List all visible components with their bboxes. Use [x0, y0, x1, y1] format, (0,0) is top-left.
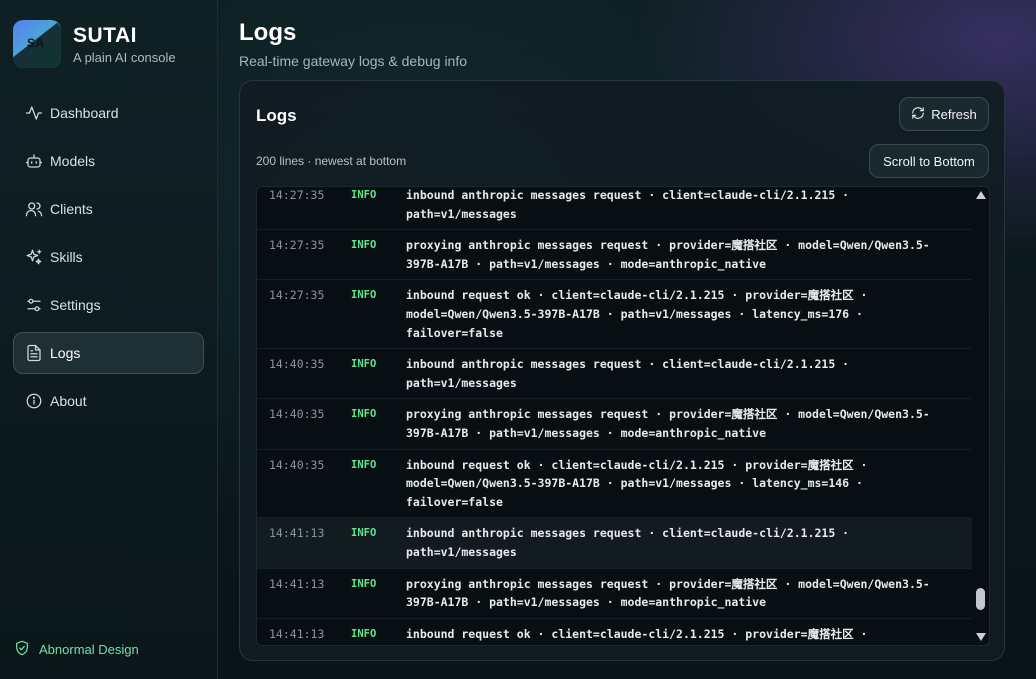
log-row: 14:27:35 INFO proxying anthropic messages … — [257, 230, 972, 281]
sidebar: SA SUTAI A plain AI console Dashboard Mo… — [0, 0, 218, 679]
scroll-to-bottom-button[interactable]: Scroll to Bottom — [869, 144, 989, 178]
file-text-icon — [25, 344, 43, 362]
log-level: INFO — [351, 189, 377, 201]
brand[interactable]: SA SUTAI A plain AI console — [13, 20, 176, 68]
sidebar-item-dashboard[interactable]: Dashboard — [13, 92, 204, 134]
log-level: INFO — [351, 527, 377, 540]
sidebar-nav: Dashboard Models Clients Skills Settings — [13, 92, 204, 428]
log-list: 14:27:35 INFO inbound anthropic messages r… — [257, 187, 972, 645]
log-row: 14:40:35 INFO proxying anthropic messages … — [257, 399, 972, 450]
log-level: INFO — [351, 358, 377, 371]
scroll-up-arrow-icon[interactable] — [976, 191, 986, 199]
log-time: 14:40:35 — [269, 407, 325, 422]
brand-subtitle: A plain AI console — [73, 49, 176, 65]
sidebar-item-label: About — [50, 393, 87, 409]
log-time: 14:41:13 — [269, 526, 325, 541]
log-level: INFO — [351, 289, 377, 302]
activity-icon — [25, 104, 43, 122]
log-level: INFO — [351, 577, 377, 590]
logo-text: SA — [27, 36, 45, 50]
page-subtitle: Real-time gateway logs & debug info — [239, 53, 468, 69]
log-scrollbar[interactable] — [973, 187, 989, 645]
log-time: 14:41:13 — [269, 626, 325, 641]
refresh-button[interactable]: Refresh — [899, 97, 989, 131]
log-message: inbound anthropic messages request · cli… — [406, 526, 850, 559]
refresh-icon — [911, 106, 931, 123]
log-message: inbound anthropic messages request · cli… — [406, 188, 850, 221]
log-row: 14:27:35 INFO inbound request ok · client=… — [257, 280, 972, 350]
log-message: inbound request ok · client=claude-cli/2… — [406, 288, 868, 340]
log-level: INFO — [351, 408, 377, 421]
refresh-label: Refresh — [931, 106, 977, 122]
sidebar-item-label: Clients — [50, 201, 93, 217]
log-level: INFO — [351, 239, 377, 252]
log-message: inbound request ok · client=claude-cli/2… — [406, 457, 868, 509]
line-count: 200 lines · newest at bottom — [256, 154, 407, 168]
log-level: INFO — [351, 627, 377, 640]
log-time: 14:27:35 — [269, 288, 325, 303]
app-logo: SA — [13, 20, 61, 68]
log-time: 14:40:35 — [269, 357, 325, 372]
log-time: 14:27:35 — [269, 188, 325, 202]
scroll-thumb[interactable] — [976, 588, 985, 610]
log-message: proxying anthropic messages request · pr… — [406, 407, 930, 440]
sidebar-item-label: Dashboard — [50, 105, 119, 121]
users-icon — [25, 200, 43, 218]
log-message: proxying anthropic messages request · pr… — [406, 576, 930, 610]
sidebar-item-label: Settings — [50, 297, 101, 313]
scroll-down-arrow-icon[interactable] — [976, 633, 986, 641]
log-viewer[interactable]: 14:27:35 INFO inbound anthropic messages r… — [256, 186, 990, 646]
sidebar-item-models[interactable]: Models — [13, 140, 204, 182]
sidebar-item-label: Logs — [50, 345, 81, 361]
sidebar-item-about[interactable]: About — [13, 380, 204, 422]
log-row: 14:40:35 INFO inbound anthropic messages r… — [257, 349, 972, 400]
footer-brand[interactable]: Abnormal Design — [14, 640, 139, 659]
page-title: Logs — [239, 19, 297, 46]
sparkles-icon — [25, 248, 43, 266]
sidebar-item-label: Models — [50, 153, 96, 169]
log-row: 14:40:35 INFO inbound request ok · client=… — [257, 450, 972, 519]
footer-label: Abnormal Design — [39, 642, 139, 657]
log-row: 14:27:35 INFO inbound anthropic messages r… — [257, 187, 972, 231]
log-time: 14:40:35 — [269, 457, 325, 472]
sidebar-item-clients[interactable]: Clients — [13, 188, 204, 230]
sidebar-item-settings[interactable]: Settings — [13, 284, 204, 326]
log-message: inbound anthropic messages request · cli… — [406, 357, 850, 390]
shield-check-icon — [14, 640, 39, 659]
card-title: Logs — [256, 106, 297, 125]
log-time: 14:27:35 — [269, 238, 325, 253]
info-icon — [25, 392, 43, 410]
log-row: 14:41:13 INFO proxying anthropic messages … — [257, 569, 972, 619]
bot-icon — [25, 152, 43, 170]
log-level: INFO — [351, 458, 377, 471]
log-message: inbound request ok · client=claude-cli/2… — [406, 626, 868, 641]
log-time: 14:41:13 — [269, 576, 325, 591]
sliders-icon — [25, 296, 43, 314]
log-row: 14:41:13 INFO inbound request ok · client=… — [257, 619, 972, 645]
log-message: proxying anthropic messages request · pr… — [406, 238, 930, 271]
sidebar-item-logs[interactable]: Logs — [13, 332, 204, 374]
brand-name: SUTAI — [73, 23, 137, 47]
sidebar-item-label: Skills — [50, 249, 83, 265]
logs-card: Logs Refresh 200 lines · newest at botto… — [239, 80, 1005, 661]
sidebar-item-skills[interactable]: Skills — [13, 236, 204, 278]
log-row: 14:41:13 INFO inbound anthropic messages r… — [257, 518, 972, 569]
